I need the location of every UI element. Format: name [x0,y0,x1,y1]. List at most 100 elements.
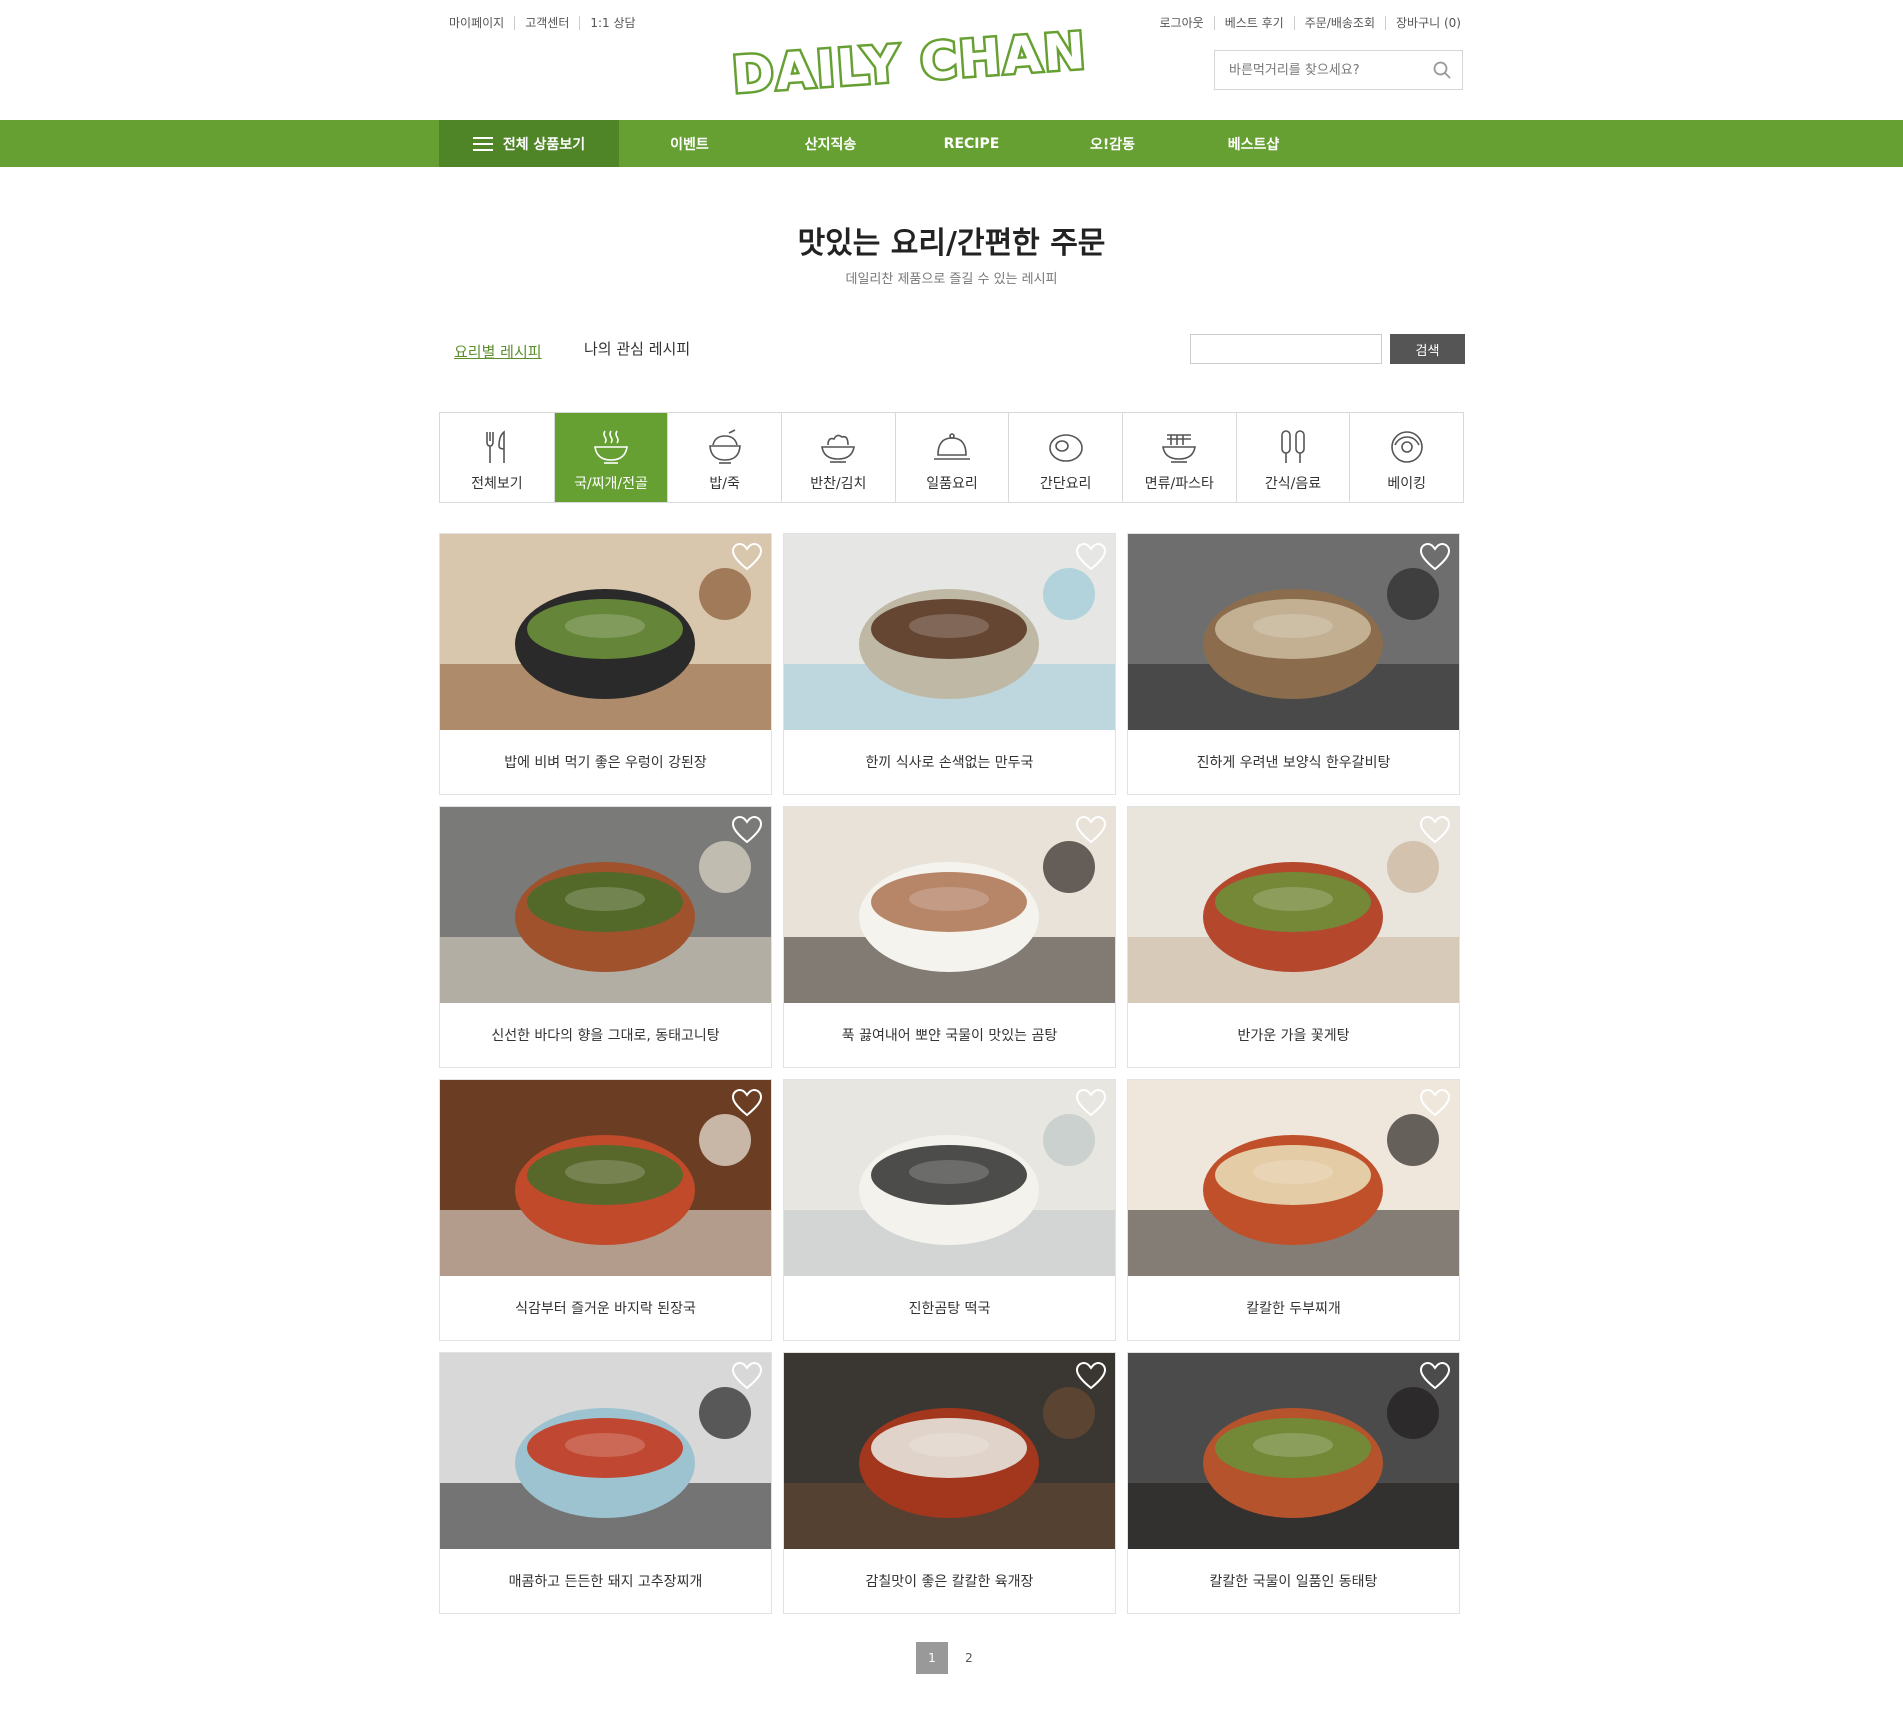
recipe-search-button[interactable]: 검색 [1390,334,1465,364]
donut-icon [1390,431,1423,463]
recipe-title[interactable]: 감칠맛이 좋은 칼칼한 육개장 [784,1549,1115,1613]
heart-icon[interactable] [1419,542,1451,572]
recipe-card[interactable]: 칼칼한 국물이 일품인 동태탕 [1127,1352,1460,1614]
recipe-title[interactable]: 진하게 우려낸 보양식 한우갈비탕 [1128,730,1459,794]
recipe-image[interactable] [440,807,771,1003]
nav-item-ogamdong[interactable]: 오!감동 [1042,120,1183,167]
recipe-card[interactable]: 진하게 우려낸 보양식 한우갈비탕 [1127,533,1460,795]
category-noodle[interactable]: 면류/파스타 [1122,413,1236,502]
heart-icon[interactable] [731,1088,763,1118]
recipe-card[interactable]: 한끼 식사로 손색없는 만두국 [783,533,1116,795]
utility-links-right: 로그아웃 베스트 후기 주문/배송조회 장바구니 (0) [1160,16,1461,30]
recipe-photo [440,534,771,730]
category-label: 면류/파스타 [1144,476,1214,492]
order-tracking-link[interactable]: 주문/배송조회 [1293,16,1385,30]
recipe-title[interactable]: 한끼 식사로 손색없는 만두국 [784,730,1115,794]
recipe-photo [440,1353,771,1549]
header-search-button[interactable] [1422,51,1462,89]
heart-icon[interactable] [1075,815,1107,845]
recipe-title[interactable]: 칼칼한 국물이 일품인 동태탕 [1128,1549,1459,1613]
heart-icon[interactable] [1075,1088,1107,1118]
recipe-image[interactable] [784,534,1115,730]
category-label: 반찬/김치 [810,476,867,492]
recipe-title[interactable]: 식감부터 즐거운 바지락 된장국 [440,1276,771,1340]
recipe-photo [784,1353,1115,1549]
cloche-icon [934,433,970,460]
recipe-card[interactable]: 감칠맛이 좋은 칼칼한 육개장 [783,1352,1116,1614]
recipe-card[interactable]: 반가운 가을 꽃게탕 [1127,806,1460,1068]
recipe-image[interactable] [440,1353,771,1549]
category-main-dish[interactable]: 일품요리 [894,413,1009,502]
nav-item-farm-direct[interactable]: 산지직송 [760,120,901,167]
heart-icon[interactable] [1419,1361,1451,1391]
customer-center-link[interactable]: 고객센터 [514,16,579,30]
recipe-card[interactable]: 밥에 비벼 먹기 좋은 우렁이 강된장 [439,533,772,795]
all-products-label: 전체 상품보기 [502,136,586,153]
heart-icon[interactable] [1419,815,1451,845]
tab-recipes-by-dish[interactable]: 요리별 레시피 [454,341,542,362]
recipe-card[interactable]: 식감부터 즐거운 바지락 된장국 [439,1079,772,1341]
recipe-image[interactable] [784,1353,1115,1549]
nav-item-recipe[interactable]: RECIPE [901,120,1042,167]
category-simple[interactable]: 간단요리 [1008,413,1122,502]
recipe-title[interactable]: 칼칼한 두부찌개 [1128,1276,1459,1340]
recipe-title[interactable]: 푹 끓여내어 뽀얀 국물이 맛있는 곰탕 [784,1003,1115,1067]
nav-item-best-shop[interactable]: 베스트샵 [1183,120,1324,167]
nav-item-event[interactable]: 이벤트 [619,120,760,167]
category-baking[interactable]: 베이킹 [1349,413,1463,502]
category-all[interactable]: 전체보기 [440,413,554,502]
recipe-title[interactable]: 진한곰탕 떡국 [784,1276,1115,1340]
recipe-search: 검색 [1190,334,1465,364]
category-rice[interactable]: 밥/죽 [667,413,781,502]
mypage-link[interactable]: 마이페이지 [449,16,514,30]
recipe-image[interactable] [440,534,771,730]
tab-my-favorite-recipes[interactable]: 나의 관심 레시피 [584,341,694,358]
one-to-one-link[interactable]: 1:1 상담 [579,16,645,30]
recipe-card[interactable]: 신선한 바다의 향을 그대로, 동태고니탕 [439,806,772,1068]
recipe-image[interactable] [1128,534,1459,730]
heart-icon[interactable] [731,542,763,572]
side-dish-icon [821,434,856,463]
heart-icon[interactable] [1075,1361,1107,1391]
page-title: 맛있는 요리/간편한 주문 [797,226,1106,261]
logout-link[interactable]: 로그아웃 [1160,16,1214,30]
heart-icon[interactable] [1075,542,1107,572]
recipe-image[interactable] [1128,1353,1459,1549]
recipe-title[interactable]: 반가운 가을 꽃게탕 [1128,1003,1459,1067]
page-subtitle: 데일리찬 제품으로 즐길 수 있는 레시피 [845,272,1058,287]
category-side-dish[interactable]: 반찬/김치 [781,413,895,502]
recipe-title[interactable]: 밥에 비벼 먹기 좋은 우렁이 강된장 [440,730,771,794]
category-label: 전체보기 [471,476,523,492]
corndog-icon [1281,430,1305,463]
recipe-card[interactable]: 진한곰탕 떡국 [783,1079,1116,1341]
all-products-button[interactable]: 전체 상품보기 [439,120,619,167]
recipe-image[interactable] [1128,1080,1459,1276]
recipe-card[interactable]: 푹 끓여내어 뽀얀 국물이 맛있는 곰탕 [783,806,1116,1068]
page-2-button[interactable]: 2 [953,1642,985,1674]
heart-icon[interactable] [731,815,763,845]
daily-chan-logo[interactable]: DAILY CHAN [720,18,1100,110]
recipe-image[interactable] [784,1080,1115,1276]
recipe-card[interactable]: 매콤하고 든든한 돼지 고추장찌개 [439,1352,772,1614]
category-soup[interactable]: 국/찌개/전골 [553,413,668,502]
page-1-button[interactable]: 1 [916,1642,948,1674]
cart-link[interactable]: 장바구니 (0) [1385,16,1461,30]
recipe-image[interactable] [784,807,1115,1003]
header-search-box [1214,50,1463,90]
recipe-title[interactable]: 신선한 바다의 향을 그대로, 동태고니탕 [440,1003,771,1067]
best-review-link[interactable]: 베스트 후기 [1213,16,1294,30]
recipe-image[interactable] [1128,807,1459,1003]
recipe-image[interactable] [440,1080,771,1276]
soup-bowl-icon [594,430,628,464]
rice-bowl-icon [708,429,741,464]
category-snack[interactable]: 간식/음료 [1235,413,1350,502]
heart-icon[interactable] [1419,1088,1451,1118]
search-icon [1433,61,1451,79]
heart-icon[interactable] [731,1361,763,1391]
category-label: 간식/음료 [1264,476,1322,492]
recipe-photo [784,534,1115,730]
recipe-card[interactable]: 칼칼한 두부찌개 [1127,1079,1460,1341]
recipe-search-input[interactable] [1190,334,1382,364]
recipe-title[interactable]: 매콤하고 든든한 돼지 고추장찌개 [440,1549,771,1613]
header-search-input[interactable] [1215,51,1422,89]
